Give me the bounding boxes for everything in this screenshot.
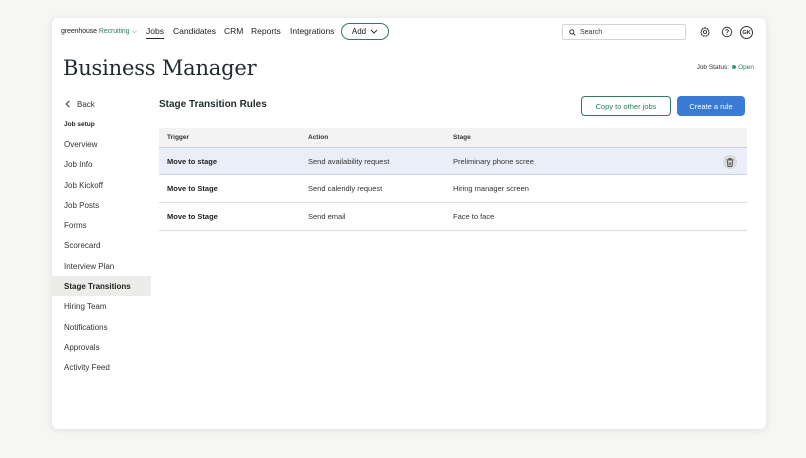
row-stage: Preliminary phone scree: [453, 156, 534, 166]
row-stage: Face to face: [453, 212, 495, 221]
nav-jobs[interactable]: Jobs: [146, 26, 164, 39]
table-header: Trigger Action Stage: [159, 128, 747, 147]
column-header-action[interactable]: Action: [308, 134, 328, 141]
status-dot-icon: [732, 65, 737, 70]
search-icon: [569, 28, 576, 36]
avatar[interactable]: GK: [740, 26, 753, 39]
back-link[interactable]: Back: [65, 100, 95, 109]
search-placeholder: Search: [580, 28, 603, 36]
add-button-label: Add: [351, 27, 367, 36]
sidebar-item-job-kickoff[interactable]: Job Kickoff: [52, 175, 151, 195]
sidebar-item-interview-plan[interactable]: Interview Plan: [52, 256, 151, 276]
brand-product: Recruiting: [98, 28, 130, 35]
help-icon[interactable]: [720, 25, 733, 38]
sidebar-item-notifications[interactable]: Notifications: [52, 317, 151, 337]
sidebar-item-scorecard[interactable]: Scorecard: [52, 235, 151, 255]
sidebar-section-heading: Job setup: [64, 121, 95, 128]
row-trigger: Move to Stage: [167, 184, 218, 193]
copy-to-other-jobs-button[interactable]: Copy to other jobs: [581, 96, 671, 116]
nav-crm[interactable]: CRM: [224, 26, 243, 36]
row-trigger: Move to Stage: [167, 212, 218, 221]
add-button[interactable]: Add: [341, 23, 389, 40]
row-action: Send calendly request: [308, 184, 383, 193]
row-action: Send email: [308, 212, 346, 221]
back-label: Back: [77, 100, 95, 109]
column-header-stage[interactable]: Stage: [453, 134, 471, 141]
sidebar-item-job-posts[interactable]: Job Posts: [52, 195, 151, 215]
app-window: greenhouse Recruiting ⌵ Jobs Candidates …: [52, 18, 766, 429]
column-header-trigger[interactable]: Trigger: [167, 134, 189, 141]
trash-icon[interactable]: [723, 155, 737, 169]
job-status[interactable]: Job Status: Open: [697, 64, 754, 71]
search-input[interactable]: Search: [562, 24, 686, 40]
sidebar-item-forms[interactable]: Forms: [52, 215, 151, 235]
row-trigger: Move to stage: [167, 156, 218, 166]
sidebar-item-stage-transitions[interactable]: Stage Transitions: [52, 276, 151, 296]
job-status-label: Job Status:: [696, 64, 730, 71]
section-title: Stage Transition Rules: [159, 99, 267, 110]
row-action: Send availability request: [308, 156, 390, 166]
gear-icon[interactable]: [698, 25, 711, 38]
brand-logo[interactable]: greenhouse Recruiting ⌵: [61, 28, 137, 36]
top-nav: greenhouse Recruiting ⌵ Jobs Candidates …: [52, 18, 766, 48]
nav-integrations[interactable]: Integrations: [290, 26, 334, 36]
page-title: Business Manager: [63, 56, 257, 80]
chevron-down-icon: [370, 29, 378, 34]
chevron-down-icon: ⌵: [132, 29, 137, 35]
row-stage: Hiring manager screen: [453, 184, 529, 193]
sidebar-item-hiring-team[interactable]: Hiring Team: [52, 296, 151, 316]
create-rule-button[interactable]: Create a rule: [677, 96, 745, 116]
rules-table: Trigger Action Stage Move to stage Send …: [159, 128, 747, 231]
job-status-value: Open: [738, 64, 754, 71]
table-row[interactable]: Move to stage Send availability request …: [159, 147, 747, 175]
chevron-left-icon: [65, 100, 70, 108]
sidebar-item-activity-feed[interactable]: Activity Feed: [52, 357, 151, 377]
nav-reports[interactable]: Reports: [251, 26, 281, 36]
sidebar-item-approvals[interactable]: Approvals: [52, 337, 151, 357]
nav-candidates[interactable]: Candidates: [173, 26, 216, 36]
sidebar-item-job-info[interactable]: Job Info: [52, 154, 151, 174]
table-row[interactable]: Move to Stage Send calendly request Hiri…: [159, 175, 747, 203]
table-row[interactable]: Move to Stage Send email Face to face: [159, 203, 747, 231]
sidebar-item-overview[interactable]: Overview: [52, 134, 151, 154]
brand-prefix: greenhouse: [61, 28, 97, 35]
